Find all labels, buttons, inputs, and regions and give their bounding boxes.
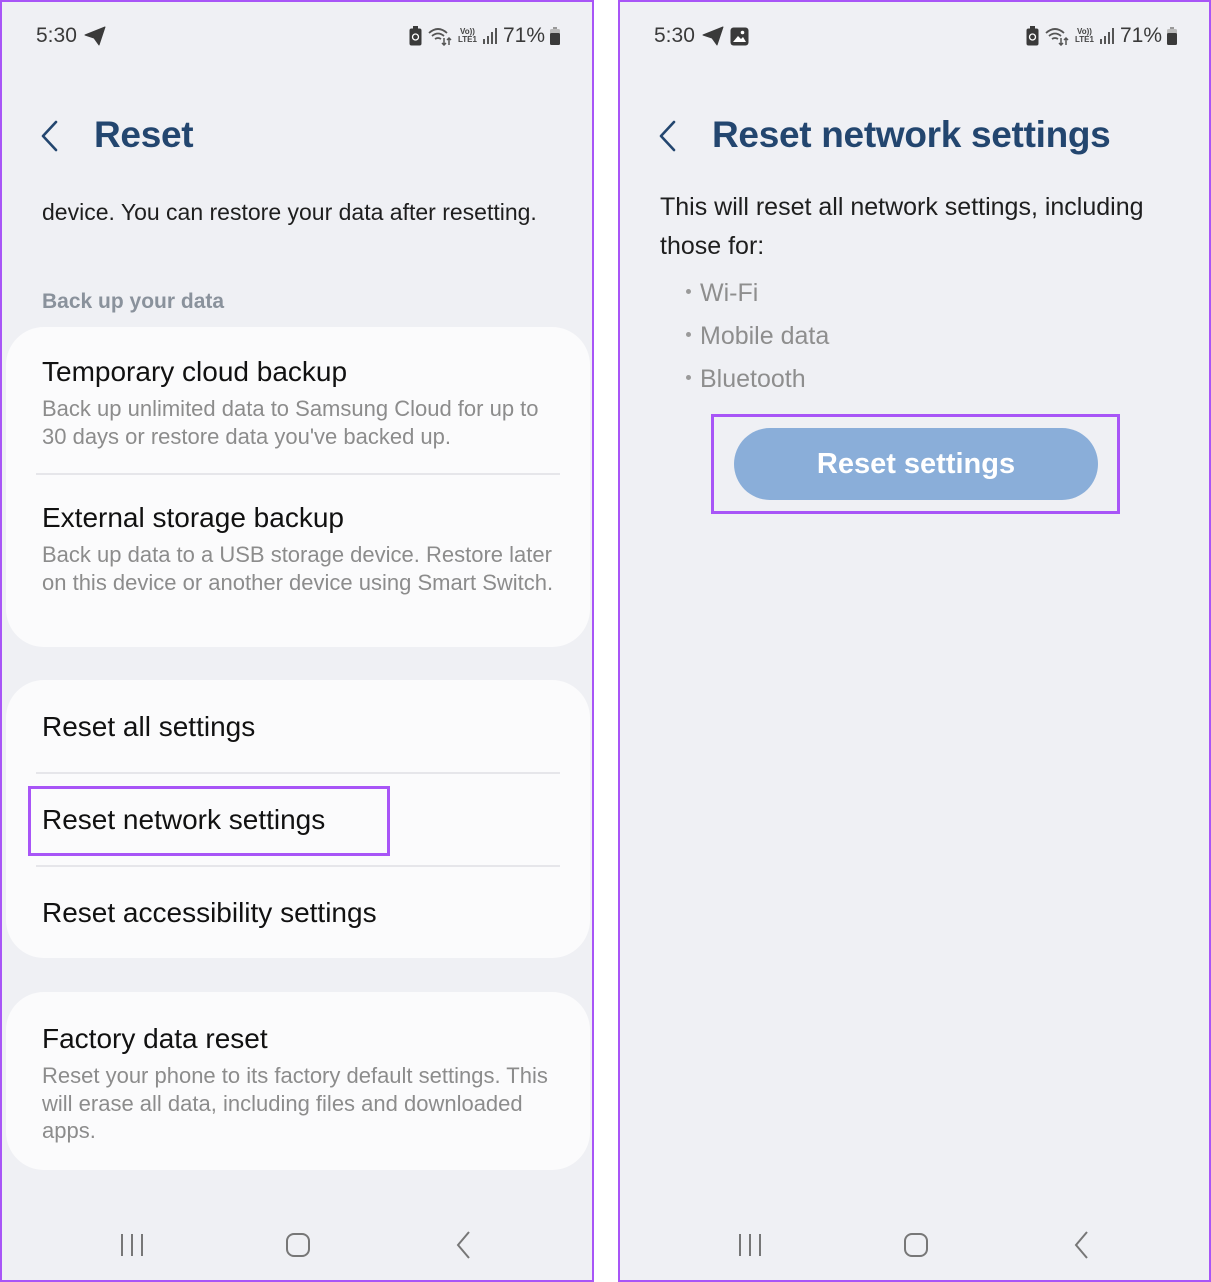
reset-accessibility-settings-item[interactable]: Reset accessibility settings <box>42 896 560 930</box>
backup-card: Temporary cloud backup Back up unlimited… <box>6 327 590 647</box>
navigation-bar <box>2 1220 592 1270</box>
description-text: This will reset all network settings, in… <box>660 193 1144 260</box>
status-time: 5:30 <box>36 24 77 47</box>
factory-reset-card: Factory data reset Reset your phone to i… <box>6 992 590 1170</box>
recent-apps-icon <box>739 1234 761 1256</box>
divider <box>36 772 560 774</box>
reset-options-card: Reset all settings Reset network setting… <box>6 680 590 958</box>
factory-data-reset-item[interactable]: Factory data reset Reset your phone to i… <box>42 1022 560 1145</box>
home-button[interactable] <box>886 1220 946 1270</box>
left-screen-reset: 5:30 Vo)) LTE1 71% Reset device. You can … <box>0 0 594 1282</box>
item-title: Temporary cloud backup <box>42 356 348 387</box>
volte-lte-icon: Vo)) LTE1 <box>458 27 477 44</box>
section-label-backup: Back up your data <box>42 290 225 313</box>
recent-apps-icon <box>121 1234 143 1256</box>
back-button[interactable] <box>656 118 686 158</box>
recent-apps-button[interactable] <box>720 1220 780 1270</box>
battery-percent: 71% <box>502 24 545 47</box>
item-title: External storage backup <box>42 502 344 533</box>
back-icon <box>456 1231 470 1259</box>
battery-percent: 71% <box>1119 24 1162 47</box>
item-subtitle: Back up data to a USB storage device. Re… <box>42 542 554 595</box>
telegram-icon <box>702 26 724 46</box>
page-title: Reset network settings <box>712 114 1111 155</box>
gallery-icon <box>730 27 749 45</box>
item-title: Reset accessibility settings <box>42 897 377 928</box>
battery-icon <box>550 27 560 45</box>
back-nav-button[interactable] <box>434 1220 494 1270</box>
affected-settings-list: Wi-Fi Mobile data Bluetooth <box>686 272 829 401</box>
item-title: Factory data reset <box>42 1023 268 1054</box>
bullet-icon <box>686 288 691 294</box>
battery-saver-icon <box>1026 26 1039 46</box>
right-screen-reset-network-settings: 5:30 Vo)) LTE1 71% Reset network settings… <box>618 0 1211 1282</box>
volte-lte-icon: Vo)) LTE1 <box>1075 27 1094 44</box>
list-item: Bluetooth <box>686 358 829 401</box>
back-icon <box>1074 1231 1088 1259</box>
status-bar: 5:30 Vo)) LTE1 71% <box>620 22 1209 52</box>
item-subtitle: Reset your phone to its factory default … <box>42 1063 548 1143</box>
intro-text: device. You can restore your data after … <box>42 199 537 225</box>
item-title: Reset all settings <box>42 711 256 742</box>
wifi-icon <box>428 28 452 46</box>
chevron-left-icon <box>659 120 676 152</box>
navigation-bar <box>620 1220 1209 1270</box>
wifi-icon <box>1045 28 1069 46</box>
status-bar: 5:30 Vo)) LTE1 71% <box>2 22 592 52</box>
chevron-left-icon <box>41 120 58 152</box>
recent-apps-button[interactable] <box>102 1220 162 1270</box>
reset-all-settings-item[interactable]: Reset all settings <box>42 710 560 744</box>
battery-icon <box>1167 27 1177 45</box>
item-title: Reset network settings <box>42 804 326 835</box>
bullet-icon <box>686 374 691 380</box>
divider <box>36 473 560 475</box>
list-item: Wi-Fi <box>686 272 829 315</box>
divider <box>36 865 560 867</box>
temporary-cloud-backup-item[interactable]: Temporary cloud backup Back up unlimited… <box>42 355 560 450</box>
signal-icon <box>482 28 497 44</box>
battery-saver-icon <box>409 26 422 46</box>
reset-settings-button[interactable]: Reset settings <box>734 428 1098 500</box>
home-icon <box>904 1233 928 1257</box>
signal-icon <box>1099 28 1114 44</box>
external-storage-backup-item[interactable]: External storage backup Back up data to … <box>42 501 560 596</box>
status-time: 5:30 <box>654 24 695 47</box>
item-subtitle: Back up unlimited data to Samsung Cloud … <box>42 396 539 449</box>
bullet-icon <box>686 331 691 337</box>
home-icon <box>286 1233 310 1257</box>
back-button[interactable] <box>38 118 68 158</box>
app-bar: Reset network settings <box>620 114 1209 164</box>
app-bar: Reset <box>2 114 592 164</box>
reset-network-settings-item[interactable]: Reset network settings <box>42 803 560 837</box>
list-item: Mobile data <box>686 315 829 358</box>
page-title: Reset <box>94 114 194 155</box>
telegram-icon <box>84 26 106 46</box>
back-nav-button[interactable] <box>1052 1220 1112 1270</box>
home-button[interactable] <box>268 1220 328 1270</box>
